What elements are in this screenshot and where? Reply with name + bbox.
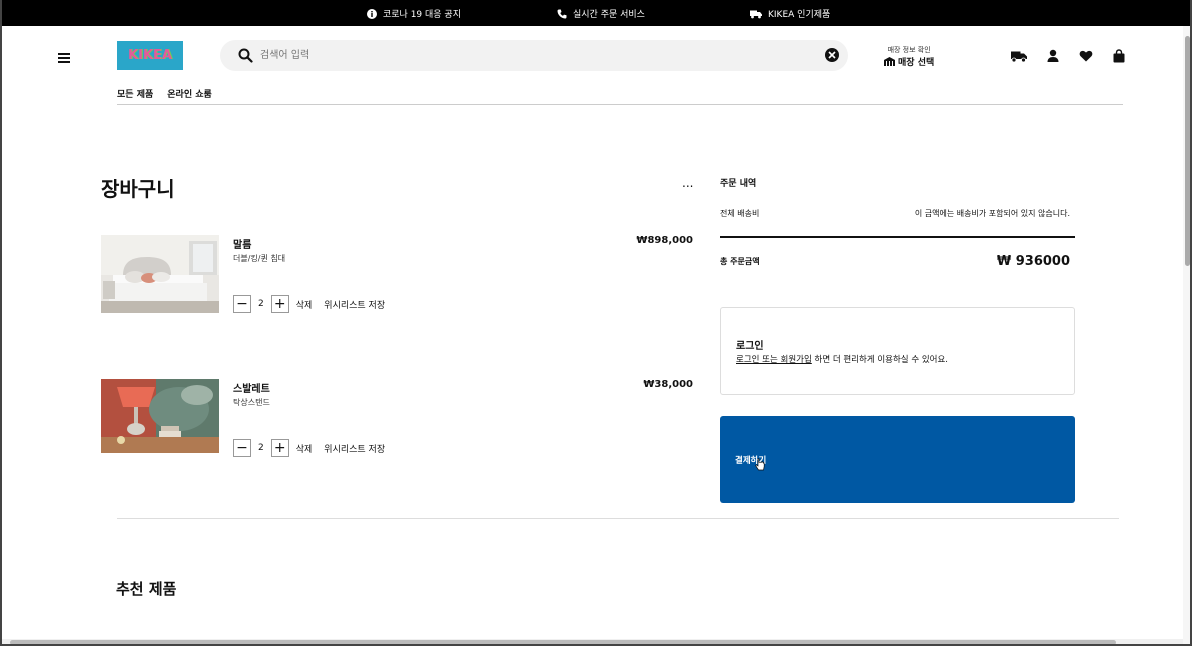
increase-qty-button[interactable]: + <box>270 295 289 313</box>
decrease-qty-button[interactable]: − <box>233 439 251 457</box>
info-icon <box>367 8 377 19</box>
horizontal-scrollbar[interactable] <box>2 639 1183 644</box>
nav-item-online-showroom[interactable]: 온라인 쇼룸 <box>167 87 212 100</box>
store-icon <box>884 57 895 66</box>
store-select-label: 매장 선택 <box>898 58 935 68</box>
cart-icon-button[interactable] <box>1112 48 1126 67</box>
horizontal-scroll-thumb[interactable] <box>10 640 1116 644</box>
store-selector[interactable]: 매장 정보 확인 매장 선택 <box>884 45 934 68</box>
delete-button[interactable]: 삭제 <box>296 298 313 311</box>
vertical-scrollbar[interactable] <box>1183 26 1190 644</box>
quantity-stepper: − 2 + 삭제 위시리스트 저장 <box>233 295 385 313</box>
browser-frame: 코로나 19 대응 공지 실시간 주문 서비스 KIKEA 인기제품 KIKEA… <box>0 0 1192 646</box>
save-wishlist-button[interactable]: 위시리스트 저장 <box>324 298 385 311</box>
search-input[interactable] <box>260 46 800 65</box>
save-wishlist-button[interactable]: 위시리스트 저장 <box>324 442 385 455</box>
truck-small-icon <box>750 10 762 18</box>
login-message: 로그인 또는 회원가입 하면 더 편리하게 이용하실 수 있어요. <box>736 353 948 365</box>
logo[interactable]: KIKEA <box>117 41 183 70</box>
product-image-lamp[interactable] <box>101 379 219 457</box>
recommendations-title: 추천 제품 <box>116 580 177 598</box>
cart-item: 말름 더블/킹/퀸 침대 ₩898,000 − 2 + 삭제 위시리스트 저장 <box>101 235 693 315</box>
notice-link[interactable]: 코로나 19 대응 공지 <box>367 7 461 20</box>
login-prompt-card: 로그인 로그인 또는 회원가입 하면 더 편리하게 이용하실 수 있어요. <box>720 307 1075 395</box>
total-value: ₩ 936000 <box>996 254 1070 269</box>
notice-label: 코로나 19 대응 공지 <box>383 10 461 20</box>
item-price: ₩38,000 <box>643 379 693 390</box>
item-name[interactable]: 말름 <box>233 236 251 251</box>
increase-qty-button[interactable]: + <box>270 439 289 457</box>
decrease-qty-button[interactable]: − <box>233 295 251 313</box>
store-info-label: 매장 정보 확인 <box>887 46 931 54</box>
main-nav: 모든 제품 온라인 쇼룸 <box>117 87 212 100</box>
item-description: 탁상스탠드 <box>233 398 270 407</box>
menu-icon[interactable] <box>58 53 70 63</box>
quantity-value: 2 <box>258 299 264 309</box>
service-label: 실시간 주문 서비스 <box>573 10 645 20</box>
summary-divider <box>720 236 1075 238</box>
total-label: 총 주문금액 <box>720 257 760 266</box>
more-options-button[interactable]: ... <box>682 176 693 190</box>
summary-title: 주문 내역 <box>720 179 757 189</box>
shipping-note: 이 금액에는 배송비가 포함되어 있지 않습니다. <box>914 209 1070 218</box>
popular-link[interactable]: KIKEA 인기제품 <box>750 7 830 20</box>
popular-label: KIKEA 인기제품 <box>768 10 831 20</box>
page-title: 장바구니 <box>101 177 175 201</box>
login-signup-link[interactable]: 로그인 또는 회원가입 <box>736 355 812 365</box>
wishlist-icon-button[interactable] <box>1079 48 1093 67</box>
nav-divider <box>117 104 1123 105</box>
quantity-stepper: − 2 + 삭제 위시리스트 저장 <box>233 439 385 457</box>
search-bar[interactable] <box>220 40 848 71</box>
account-icon-button[interactable] <box>1046 48 1060 67</box>
mouse-cursor-icon <box>755 458 765 471</box>
bag-icon <box>1113 49 1125 63</box>
nav-item-all-products[interactable]: 모든 제품 <box>117 87 153 100</box>
top-announcement-bar: 코로나 19 대응 공지 실시간 주문 서비스 KIKEA 인기제품 <box>2 0 1190 26</box>
login-message-text: 하면 더 편리하게 이용하실 수 있어요. <box>811 355 949 365</box>
shipping-label: 전체 배송비 <box>720 209 760 218</box>
item-name[interactable]: 스발레트 <box>233 380 270 395</box>
clear-search-icon[interactable] <box>825 48 839 62</box>
user-icon <box>1047 49 1059 62</box>
phone-icon <box>557 9 567 18</box>
cart-item: 스발레트 탁상스탠드 ₩38,000 − 2 + 삭제 위시리스트 저장 <box>101 379 693 459</box>
product-image-bed[interactable] <box>101 235 219 313</box>
quantity-value: 2 <box>258 443 264 453</box>
delete-button[interactable]: 삭제 <box>296 442 313 455</box>
heart-icon <box>1079 50 1093 62</box>
checkout-button[interactable]: 결제하기 <box>720 416 1075 503</box>
vertical-scroll-thumb[interactable] <box>1185 36 1190 266</box>
service-link[interactable]: 실시간 주문 서비스 <box>557 7 645 20</box>
truck-icon <box>1011 51 1027 63</box>
item-price: ₩898,000 <box>636 235 693 246</box>
delivery-icon-button[interactable] <box>1011 48 1027 67</box>
logo-text: KIKEA <box>128 48 172 63</box>
search-icon <box>238 48 253 63</box>
section-divider <box>117 518 1119 519</box>
item-description: 더블/킹/퀸 침대 <box>233 254 286 263</box>
login-title: 로그인 <box>736 341 764 352</box>
